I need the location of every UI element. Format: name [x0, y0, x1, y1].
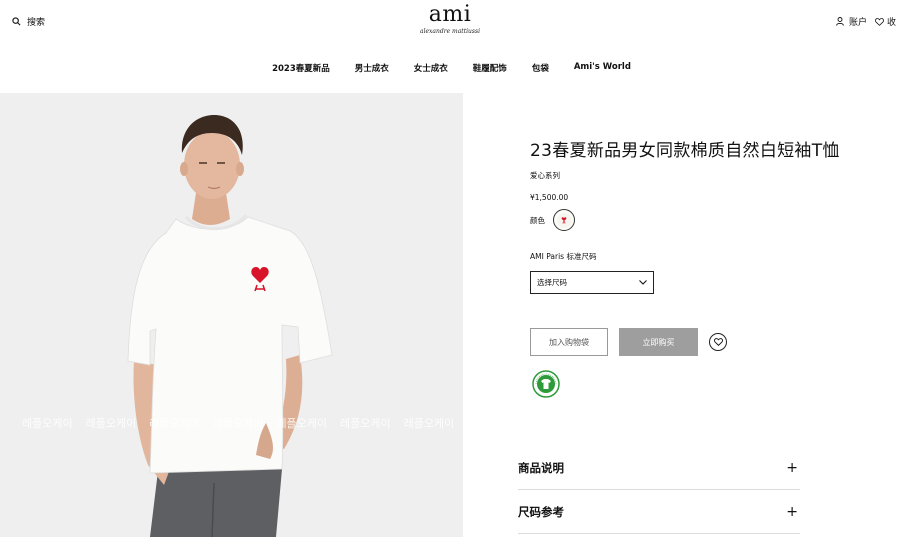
- heart-icon: [875, 17, 884, 26]
- nav-item-bags[interactable]: 包袋: [529, 62, 549, 74]
- size-dropdown-value: 选择尺码: [537, 278, 567, 287]
- product-image[interactable]: 레플오케이 레플오케이 레플오케이 레플오케이 레플오케이 레플오케이 레플오케…: [0, 93, 463, 537]
- watermark-text: 레플오케이: [340, 417, 391, 430]
- header-actions: 账户 收: [836, 15, 896, 28]
- buy-now-button[interactable]: 立即购买: [619, 328, 698, 356]
- color-swatch-white[interactable]: [553, 209, 575, 231]
- wishlist-button[interactable]: 收: [875, 15, 896, 28]
- product-price: ¥1,500.00: [530, 193, 569, 202]
- nav-item-women[interactable]: 女士成衣: [411, 62, 448, 74]
- accordion-size-guide[interactable]: 尺码参考 +: [518, 490, 800, 534]
- wishlist-label: 收: [886, 18, 896, 28]
- size-label: AMI Paris 标准尺码: [530, 252, 597, 261]
- watermark-text: 레플오케이: [85, 417, 137, 430]
- nav-item-new-season[interactable]: 2023春夏新品: [269, 62, 330, 74]
- color-selector: 颜色: [530, 209, 575, 231]
- color-label: 颜色: [530, 215, 545, 225]
- main-nav: 2023春夏新品 男士成衣 女士成衣 鞋履配饰 包袋 Ami's World: [0, 62, 900, 74]
- add-to-bag-button[interactable]: 加入购物袋: [530, 328, 608, 356]
- swatch-tshirt-thumbnail: [556, 212, 572, 228]
- accordion-label: 尺码参考: [518, 504, 564, 519]
- accordion-product-description[interactable]: 商品说明 +: [518, 446, 800, 490]
- logo-subtitle: alexandre mattiussi: [420, 28, 480, 35]
- heart-icon: [713, 338, 723, 346]
- account-button[interactable]: 账户: [836, 15, 867, 28]
- accordion-label: 商品说明: [518, 460, 564, 475]
- watermark-text: 레플오케이: [403, 417, 455, 430]
- nav-item-amis-world[interactable]: Ami's World: [571, 62, 631, 74]
- watermark-text: 레플오케이: [276, 417, 328, 430]
- user-icon: [836, 17, 844, 26]
- product-title: 23春夏新品男女同款棉质自然白短袖T恤: [530, 141, 840, 161]
- watermark-text: 레플오케이: [149, 417, 200, 430]
- nav-item-shoes-accessories[interactable]: 鞋履配饰: [470, 62, 507, 74]
- watermark: 레플오케이 레플오케이 레플오케이 레플오케이 레플오케이 레플오케이 레플오케…: [22, 415, 463, 431]
- header: 搜索 ami alexandre mattiussi 账户 收: [0, 0, 900, 44]
- organic-cotton-badge: [532, 370, 560, 402]
- nav-item-men[interactable]: 男士成衣: [352, 62, 389, 74]
- plus-icon: +: [786, 503, 798, 520]
- purchase-actions: 加入购物袋 立即购买: [530, 328, 727, 356]
- mini-heart-logo: [561, 216, 567, 224]
- product-collection: 爱心系列: [530, 171, 560, 180]
- add-to-wishlist-button[interactable]: [709, 333, 727, 351]
- product-info: 23春夏新品男女同款棉质自然白短袖T恤 爱心系列 ¥1,500.00 颜色 AM…: [530, 136, 870, 398]
- plus-icon: +: [786, 459, 798, 476]
- chevron-down-icon: [639, 280, 647, 285]
- organic-certification-icon: [532, 370, 560, 398]
- account-label: 账户: [848, 18, 867, 28]
- logo-wordmark: ami: [428, 2, 472, 27]
- model-illustration: [127, 115, 333, 537]
- size-dropdown[interactable]: 选择尺码: [530, 271, 654, 294]
- brand-logo[interactable]: ami alexandre mattiussi: [0, 3, 900, 37]
- watermark-text: 레플오케이: [212, 417, 264, 430]
- watermark-text: 레플오케이: [22, 417, 73, 430]
